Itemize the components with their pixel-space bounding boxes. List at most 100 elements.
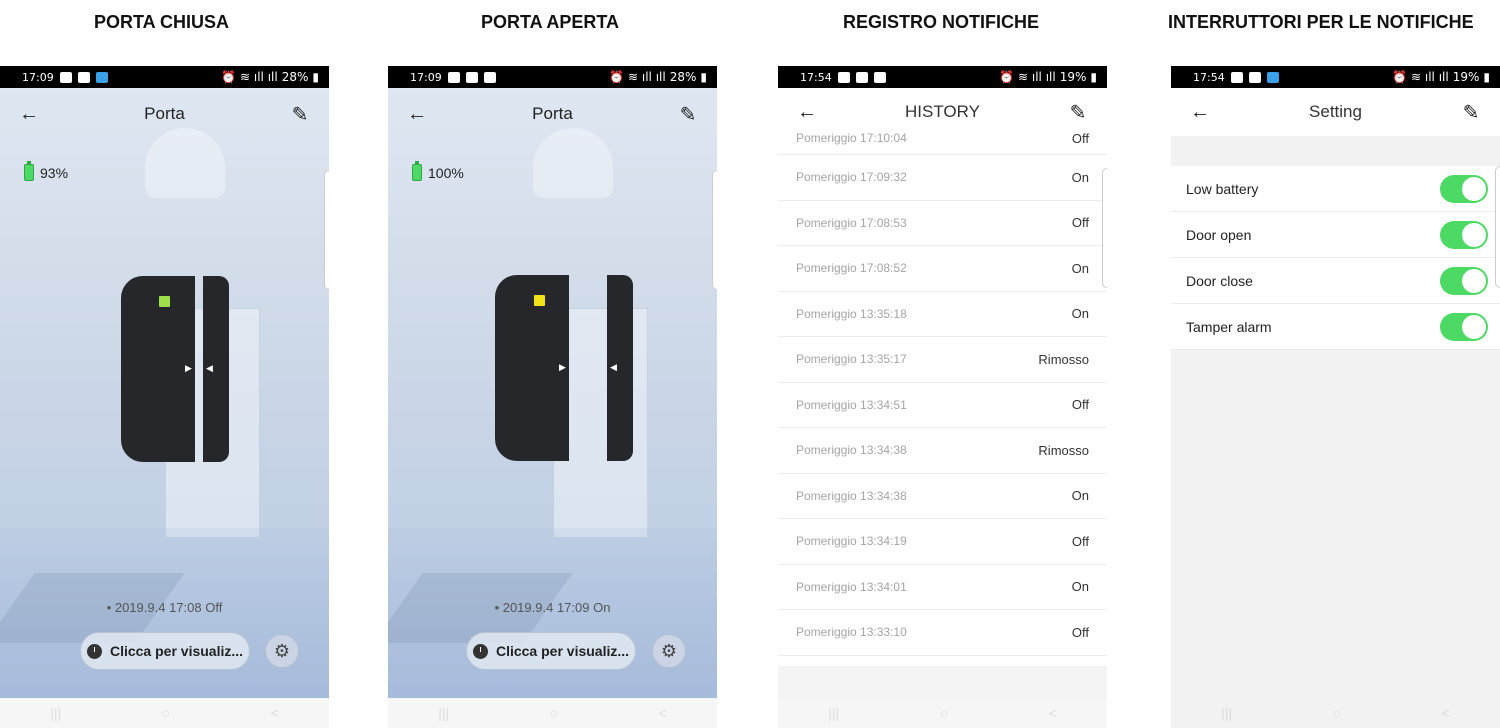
history-row: Pomeriggio 17:10:04 Off xyxy=(778,122,1107,155)
notification-icon xyxy=(59,71,72,83)
nav-bar: ||| ○ < xyxy=(1171,698,1500,728)
settings-gear-icon[interactable]: ⚙ xyxy=(652,634,686,668)
flipboard-icon xyxy=(855,71,868,83)
status-battery: 19% xyxy=(1059,70,1087,84)
app-icon xyxy=(1266,71,1279,83)
battery-icon: ▮ xyxy=(1483,70,1490,84)
settings-gear-icon[interactable]: ⚙ xyxy=(265,634,299,668)
history-state: Off xyxy=(1071,397,1089,413)
nav-bar: ||| ○ < xyxy=(0,698,329,728)
flipboard-icon xyxy=(1248,71,1261,83)
history-state: Off xyxy=(1071,533,1089,549)
back-nav-icon[interactable]: < xyxy=(271,705,279,721)
setting-toggle[interactable] xyxy=(1440,220,1488,249)
battery-icon xyxy=(412,161,422,181)
gallery-icon xyxy=(447,71,460,83)
edit-icon[interactable]: ✎ xyxy=(1067,101,1089,124)
back-nav-icon[interactable]: < xyxy=(1049,705,1057,721)
status-battery: 28% xyxy=(281,70,309,84)
history-row: Pomeriggio 13:33:10 Off xyxy=(778,610,1107,656)
back-nav-icon[interactable]: < xyxy=(659,705,667,721)
clock-icon xyxy=(472,643,488,659)
edit-icon[interactable]: ✎ xyxy=(677,103,699,126)
last-event: • 2019.9.4 17:09 On xyxy=(494,600,611,615)
nav-bar: ||| ○ < xyxy=(778,698,1107,728)
home-icon[interactable]: ○ xyxy=(940,705,948,721)
status-bar: 17:09 ⏰ ≋ ıll ıll 28% ▮ xyxy=(0,66,329,88)
side-handle[interactable] xyxy=(1102,168,1107,288)
sensor-led xyxy=(534,295,545,306)
history-state: Rimosso xyxy=(1038,442,1089,458)
back-arrow-icon[interactable]: ← xyxy=(18,103,40,125)
history-state: On xyxy=(1071,579,1089,595)
history-time: Pomeriggio 13:35:18 xyxy=(796,306,907,321)
status-bar: 17:09 ⏰ ≋ ıll ıll 28% ▮ xyxy=(388,66,717,88)
settings-list: Low battery Door open Door close Tamper ala… xyxy=(1171,166,1500,350)
setting-row: Door close xyxy=(1171,258,1500,304)
setting-row: Tamper alarm xyxy=(1171,304,1500,350)
back-nav-icon[interactable]: < xyxy=(1442,705,1450,721)
settings-spacer xyxy=(1171,136,1500,166)
view-history-button[interactable]: Clicca per visualiz... xyxy=(80,632,250,670)
side-handle[interactable] xyxy=(712,170,717,290)
align-arrow-right-icon: ▶ xyxy=(185,363,192,373)
phone-history: 17:54 ⏰ ≋ ıll ıll 19% ▮ ← HISTORY ✎ Pomeri… xyxy=(778,66,1107,728)
nav-bar: ||| ○ < xyxy=(388,698,717,728)
status-bar: 17:54 ⏰ ≋ ıll ıll 19% ▮ xyxy=(1171,66,1500,88)
notification-icon xyxy=(465,71,478,83)
home-icon[interactable]: ○ xyxy=(1333,705,1341,721)
history-row: Pomeriggio 13:35:17 Rimosso xyxy=(778,337,1107,383)
app-icon xyxy=(95,71,108,83)
recent-apps-icon[interactable]: ||| xyxy=(828,705,839,721)
history-row: Pomeriggio 13:35:18 On xyxy=(778,291,1107,337)
edit-icon[interactable]: ✎ xyxy=(1460,101,1482,124)
setting-toggle[interactable] xyxy=(1440,312,1488,341)
side-handle[interactable] xyxy=(1495,166,1500,288)
setting-row: Door open xyxy=(1171,212,1500,258)
recent-apps-icon[interactable]: ||| xyxy=(1221,705,1232,721)
caption-porta-chiusa: PORTA CHIUSA xyxy=(94,12,229,32)
twitter-icon xyxy=(77,71,90,83)
history-row: Pomeriggio 13:34:38 Rimosso xyxy=(778,428,1107,474)
caption-porta-aperta: PORTA APERTA xyxy=(481,12,619,32)
history-time: Pomeriggio 17:09:32 xyxy=(796,170,907,185)
side-handle[interactable] xyxy=(324,170,329,290)
home-icon[interactable]: ○ xyxy=(162,705,170,721)
back-arrow-icon[interactable]: ← xyxy=(1189,101,1211,123)
caption-registro-notifiche: REGISTRO NOTIFICHE xyxy=(843,12,1040,32)
history-time: Pomeriggio 13:34:19 xyxy=(796,534,907,549)
history-list[interactable]: Pomeriggio 17:10:04 Off Pomeriggio 17:09:3… xyxy=(778,122,1107,656)
status-battery: 28% xyxy=(669,70,697,84)
app-header: ← Porta ✎ xyxy=(0,88,329,140)
history-state: On xyxy=(1071,306,1089,322)
sensor-led xyxy=(159,296,170,307)
recent-apps-icon[interactable]: ||| xyxy=(438,705,449,721)
phone-settings: 17:54 ⏰ ≋ ıll ıll 19% ▮ ← Setting ✎ Low ba… xyxy=(1171,66,1500,728)
clock-icon xyxy=(86,643,102,659)
view-history-button[interactable]: Clicca per visualiz... xyxy=(466,632,636,670)
history-row: Pomeriggio 17:08:53 Off xyxy=(778,200,1107,246)
align-arrow-left-icon: ◀ xyxy=(206,363,213,373)
back-arrow-icon[interactable]: ← xyxy=(796,101,818,123)
caption-interruttori-notifiche: INTERRUTTORI PER LE NOTIFICHE xyxy=(1168,12,1474,32)
back-arrow-icon[interactable]: ← xyxy=(406,103,428,125)
flipboard-icon xyxy=(873,71,886,83)
recent-apps-icon[interactable]: ||| xyxy=(50,705,61,721)
app-header: ← Setting ✎ xyxy=(1171,88,1500,136)
history-row: Pomeriggio 13:34:19 Off xyxy=(778,519,1107,565)
history-time: Pomeriggio 13:35:17 xyxy=(796,352,907,367)
battery-percent: 100% xyxy=(428,164,464,181)
setting-label: Door close xyxy=(1186,272,1253,289)
signal-icons: ⏰ ≋ ıll ıll xyxy=(609,70,666,84)
signal-icons: ⏰ ≋ ıll ıll xyxy=(999,70,1056,84)
setting-toggle[interactable] xyxy=(1440,266,1488,295)
history-time: Pomeriggio 13:34:01 xyxy=(796,579,907,594)
setting-toggle[interactable] xyxy=(1440,174,1488,203)
status-time: 17:09 xyxy=(410,70,442,84)
home-icon[interactable]: ○ xyxy=(550,705,558,721)
edit-icon[interactable]: ✎ xyxy=(289,103,311,126)
history-time: Pomeriggio 17:08:53 xyxy=(796,215,907,230)
setting-label: Low battery xyxy=(1186,180,1259,197)
history-row: Pomeriggio 13:34:51 Off xyxy=(778,382,1107,428)
signal-icons: ⏰ ≋ ıll ıll xyxy=(221,70,278,84)
